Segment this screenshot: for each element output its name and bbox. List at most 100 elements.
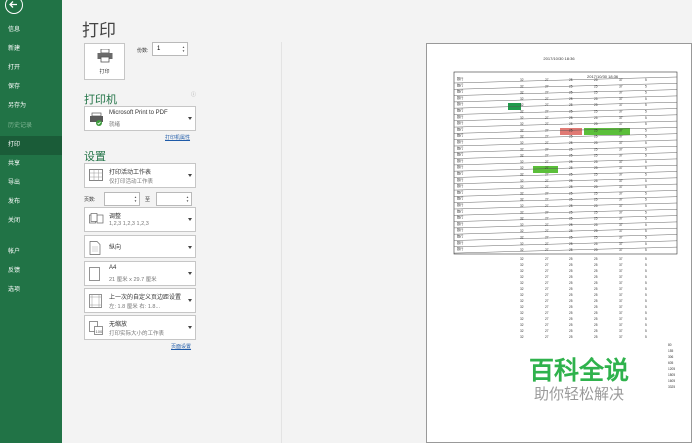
sidebar-item-export[interactable]: 导出 (0, 174, 62, 193)
preview-row-line (453, 202, 678, 210)
print-button-label: 打印 (99, 69, 110, 75)
preview-cell: 5 (645, 263, 647, 267)
collate-main: 调整 (109, 214, 122, 220)
pages-from-input[interactable]: ▲ ▼ (104, 192, 140, 206)
paper-icon (89, 267, 100, 281)
back-button[interactable] (5, 0, 23, 14)
sidebar-item-save[interactable]: 保存 (0, 78, 62, 97)
preview-cell: 32 (520, 103, 524, 107)
copies-label: 份数: (137, 48, 149, 54)
preview-cell: 25 (594, 91, 598, 95)
preview-cell: 5 (645, 323, 647, 327)
preview-cell: 25 (569, 116, 573, 120)
preview-cell: 37 (619, 236, 623, 240)
sidebar-item-options[interactable]: 选项 (0, 281, 62, 300)
pdf-printer-icon (90, 112, 103, 126)
preview-cell: 32 (520, 141, 524, 145)
preview-row-label: 数行 (457, 227, 464, 232)
preview-row-line (453, 196, 678, 203)
printer-select[interactable]: Microsoft Print to PDF 就绪 (84, 106, 196, 131)
sidebar-item-publish[interactable]: 发布 (0, 193, 62, 212)
preview-cell: 25 (594, 84, 598, 88)
preview-cell: 32 (520, 257, 524, 261)
preview-cell: 27 (545, 147, 549, 151)
preview-cell: 5 (645, 248, 647, 252)
sidebar-item-account[interactable]: 帐户 (0, 243, 62, 262)
preview-cell: 32 (520, 128, 524, 132)
pages-to-spinner[interactable]: ▲ ▼ (186, 195, 189, 203)
preview-cell: 27 (545, 287, 549, 291)
preview-cell: 32 (520, 135, 524, 139)
preview-cell: 5 (645, 229, 647, 233)
sidebar-item-close[interactable]: 关闭 (0, 212, 62, 231)
sidebar-item-feedback[interactable]: 反馈 (0, 262, 62, 281)
preview-row-label: 数行 (457, 95, 464, 100)
margins-sub: 左: 1.8 厘米 右: 1.8... (109, 304, 161, 310)
preview-cell: 25 (569, 204, 573, 208)
page-title: 打印 (82, 21, 116, 40)
scaling-select[interactable]: 100 无缩放 打印实际大小的工作表 (84, 315, 196, 340)
sidebar-item-new[interactable]: 新建 (0, 40, 62, 59)
preview-cell: 32 (520, 173, 524, 177)
preview-row-label: 数行 (457, 120, 464, 125)
preview-cell: 37 (619, 179, 623, 183)
sidebar-item-info[interactable]: 信息 (0, 21, 62, 40)
sidebar-item-open[interactable]: 打开 (0, 59, 62, 78)
scaling-icon: 100 (89, 321, 103, 335)
preview-cell: 32 (520, 329, 524, 333)
preview-cell: 27 (545, 198, 549, 202)
print-button[interactable]: 打印 (84, 43, 125, 80)
preview-cell: 5 (645, 78, 647, 82)
preview-cell: 32 (520, 210, 524, 214)
margins-select[interactable]: 上一次的自定义页边距设置 左: 1.8 厘米 右: 1.8... (84, 288, 196, 313)
sidebar-item-print[interactable]: 打印 (0, 136, 62, 155)
preview-cell: 5 (645, 128, 647, 132)
chevron-down-icon (188, 326, 192, 329)
preview-cell: 32 (520, 335, 524, 339)
panel-divider (281, 42, 282, 443)
preview-cell: 32 (520, 242, 524, 246)
preview-cell: 32 (520, 110, 524, 114)
preview-cell: 37 (619, 122, 623, 126)
preview-cell: 27 (545, 223, 549, 227)
info-icon[interactable]: ⓘ (191, 91, 196, 98)
preview-cell: 32 (520, 317, 524, 321)
preview-cell: 25 (569, 141, 573, 145)
sidebar-item-history: 历史记录 (8, 123, 33, 129)
preview-row-label: 数行 (457, 246, 464, 251)
preview-cell: 25 (594, 229, 598, 233)
printer-properties-link[interactable]: 打印机属性 (165, 134, 190, 141)
preview-cell: 5 (645, 281, 647, 285)
preview-cell: 25 (569, 179, 573, 183)
sidebar-item-share[interactable]: 共享 (0, 155, 62, 174)
preview-cell: 25 (569, 223, 573, 227)
page-setup-link[interactable]: 页面设置 (171, 343, 191, 350)
preview-cell: 37 (619, 229, 623, 233)
preview-cell: 32 (520, 179, 524, 183)
preview-cell: 5 (645, 166, 647, 170)
copies-spinner[interactable]: ▲ ▼ (182, 45, 185, 53)
preview-tail-value: 1205 (668, 367, 675, 371)
scaling-main: 无缩放 (109, 322, 128, 328)
preview-cell: 32 (520, 287, 524, 291)
preview-cell: 27 (545, 154, 549, 158)
collate-icon (89, 213, 104, 224)
preview-cell: 25 (594, 263, 598, 267)
preview-cell: 5 (645, 335, 647, 339)
preview-cell: 25 (569, 147, 573, 151)
copies-input[interactable]: 1 ▲ ▼ (152, 42, 188, 56)
pages-from-spinner[interactable]: ▲ ▼ (134, 195, 137, 203)
orientation-value: 纵向 (109, 245, 122, 251)
preview-cell: 5 (645, 110, 647, 114)
collate-select[interactable]: 调整 1,2,3 1,2,3 1,2,3 (84, 207, 196, 232)
pages-to-input[interactable]: ▲ ▼ (156, 192, 192, 206)
preview-cell: 27 (545, 229, 549, 233)
preview-cell: 25 (569, 97, 573, 101)
preview-row-label: 数行 (457, 158, 464, 163)
preview-cell: 27 (545, 281, 549, 285)
sidebar-item-save-as[interactable]: 另存为 (0, 97, 62, 116)
paper-size-select[interactable]: A4 21 厘米 x 29.7 厘米 (84, 261, 196, 286)
orientation-select[interactable]: 纵向 (84, 235, 196, 258)
preview-cell: 5 (645, 103, 647, 107)
print-what-select[interactable]: 打印活动工作表 仅打印活动工作表 (84, 163, 196, 188)
